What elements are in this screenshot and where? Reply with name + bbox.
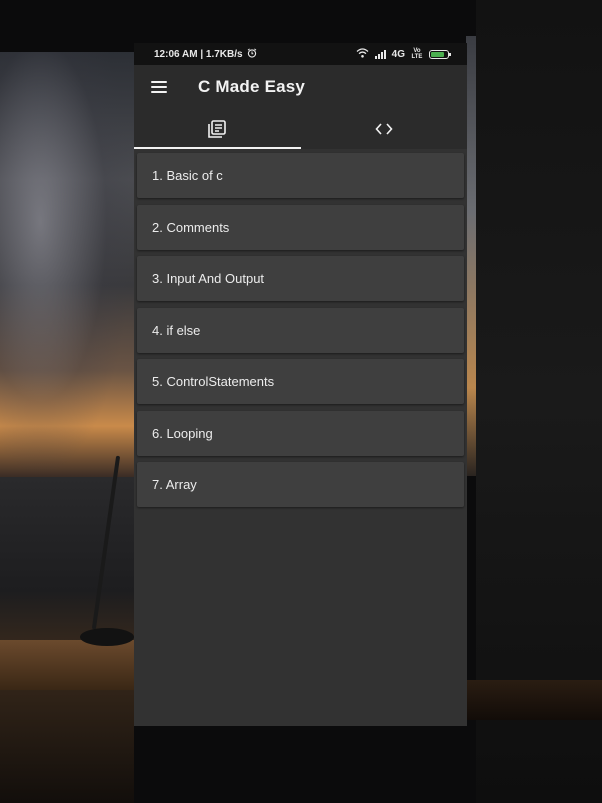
app-bar: C Made Easy	[134, 65, 467, 109]
signal-strength-icon	[374, 49, 386, 59]
tab-code[interactable]	[301, 109, 468, 149]
topic-list: 1. Basic of c 2. Comments 3. Input And O…	[134, 149, 467, 507]
tab-bar	[134, 109, 467, 149]
list-item[interactable]: 1. Basic of c	[137, 153, 464, 198]
volte-indicator: Vo LTE	[411, 48, 423, 60]
battery-icon	[429, 49, 451, 59]
list-item[interactable]: 7. Array	[137, 462, 464, 507]
topic-label: 2. Comments	[152, 219, 230, 235]
topic-label: 1. Basic of c	[152, 168, 223, 183]
list-item[interactable]: 4. if else	[137, 307, 464, 353]
background-desk-right	[466, 680, 602, 720]
status-time-speed: 12:06 AM | 1.7KB/s	[154, 48, 243, 60]
list-item[interactable]: 5. ControlStatements	[137, 359, 464, 404]
background-window-edge	[466, 36, 476, 476]
list-item[interactable]: 3. Input And Output	[137, 256, 464, 301]
app-title: C Made Easy	[198, 77, 306, 96]
topic-label: 3. Input And Output	[152, 271, 265, 286]
background-desk	[0, 640, 134, 690]
background-window	[0, 52, 137, 477]
alarm-icon	[247, 48, 257, 61]
background-lamp-base	[80, 628, 134, 646]
tab-topics[interactable]	[134, 109, 301, 149]
list-item[interactable]: 6. Looping	[137, 410, 464, 456]
wifi-icon	[356, 47, 369, 61]
hamburger-menu-icon	[151, 81, 167, 93]
article-list-icon	[208, 120, 227, 138]
phone-screen: 12:06 AM | 1.7KB/s 4G Vo LTE C Made Easy	[134, 43, 467, 726]
topic-label: 7. Array	[152, 477, 197, 492]
topic-label: 6. Looping	[152, 425, 213, 441]
topic-label: 4. if else	[152, 322, 201, 338]
status-bar: 12:06 AM | 1.7KB/s 4G Vo LTE	[134, 43, 467, 65]
list-item[interactable]: 2. Comments	[137, 204, 464, 250]
code-brackets-icon	[375, 123, 393, 135]
network-type: 4G	[391, 48, 405, 60]
topic-label: 5. ControlStatements	[152, 374, 275, 389]
menu-button[interactable]	[136, 65, 182, 109]
